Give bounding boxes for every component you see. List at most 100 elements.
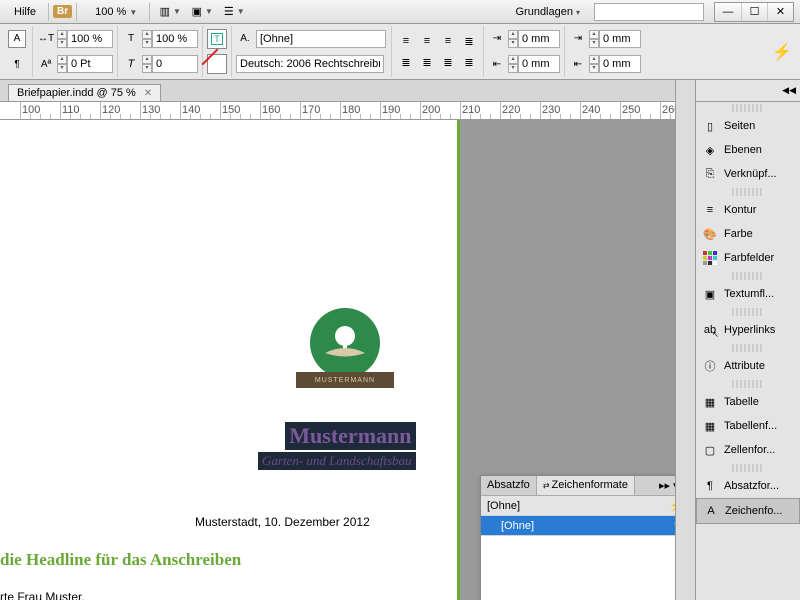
spinner[interactable]: ▴▾: [142, 30, 152, 48]
workspace: MUSTERMANN Mustermann Garten- und Landsc…: [0, 120, 695, 600]
panel-absatzformate[interactable]: ¶Absatzfor...: [696, 474, 800, 498]
para-mode-icon[interactable]: ¶: [8, 55, 26, 73]
arrange-icon[interactable]: ☰▼: [221, 2, 247, 22]
expand-panels-icon[interactable]: ◀◀: [782, 85, 796, 96]
quick-apply-icon[interactable]: ⚡: [768, 26, 796, 77]
zoom-level[interactable]: 100 %▼: [87, 4, 145, 20]
cellstyles-icon: ▢: [702, 443, 718, 457]
table-icon: ▦: [702, 395, 718, 409]
letter-date[interactable]: Musterstadt, 10. Dezember 2012: [195, 515, 370, 529]
panel-tabelle[interactable]: ▦Tabelle: [696, 390, 800, 414]
logo-ribbon: MUSTERMANN: [296, 372, 394, 388]
char-mode-icon[interactable]: A: [8, 30, 26, 48]
search-input[interactable]: [594, 3, 704, 21]
document-tab[interactable]: Briefpapier.indd @ 75 % ✕: [8, 84, 161, 101]
menu-bar: Hilfe Br 100 %▼ ▥▼ ▣▼ ☰▼ Grundlagen▾ 🔍 —…: [0, 0, 800, 24]
textwrap-icon: ▣: [702, 287, 718, 301]
stroke-swatch[interactable]: [207, 54, 227, 74]
pages-icon: ▯: [702, 119, 718, 133]
tab-close-icon[interactable]: ✕: [144, 88, 152, 99]
search-wrap: 🔍: [594, 3, 704, 21]
panel-zellenformate[interactable]: ▢Zellenfor...: [696, 438, 800, 462]
panel-kontur[interactable]: ≡Kontur: [696, 198, 800, 222]
tab-title: Briefpapier.indd @ 75 %: [17, 87, 136, 99]
collapsed-panel-strip[interactable]: [675, 80, 695, 600]
vscale-input[interactable]: [152, 30, 198, 48]
char-styles-panel[interactable]: Absatzfo ⇄Zeichenformate ▸▸ ▾≡ [Ohne] ⚡ …: [480, 475, 690, 600]
charstyles-icon: A: [703, 504, 719, 518]
indent-last-input[interactable]: [599, 55, 641, 73]
hscale-icon: ↔T: [37, 30, 55, 48]
tab-char-styles[interactable]: ⇄Zeichenformate: [537, 476, 635, 495]
spinner[interactable]: ▴▾: [57, 30, 67, 48]
spinner[interactable]: ▴▾: [142, 55, 152, 73]
align-justify-left-icon[interactable]: ≣: [396, 52, 416, 72]
company-subtitle: Garten- und Landschaftsbau: [258, 452, 416, 470]
align-center-icon[interactable]: ≡: [417, 31, 437, 51]
company-name: Mustermann: [285, 422, 415, 450]
panel-verknuepfungen[interactable]: ⎘Verknüpf...: [696, 162, 800, 186]
attributes-icon: ⓘ: [702, 359, 718, 373]
spinner[interactable]: ▴▾: [589, 30, 599, 48]
language-field[interactable]: [236, 55, 384, 73]
panel-textumfluss[interactable]: ▣Textumfl...: [696, 282, 800, 306]
right-panels: ◀◀ ▯Seiten ◈Ebenen ⎘Verknüpf... ≡Kontur …: [695, 80, 800, 600]
workspace-switcher[interactable]: Grundlagen▾: [507, 4, 588, 20]
minimize-button[interactable]: —: [715, 3, 741, 21]
panel-collapse-icon[interactable]: ▸▸: [659, 479, 670, 492]
panel-attribute[interactable]: ⓘAttribute: [696, 354, 800, 378]
charstyle-field[interactable]: [256, 30, 386, 48]
indent-left-icon: ⇥: [488, 30, 506, 48]
hscale-input[interactable]: [67, 30, 113, 48]
chevron-down-icon: ▼: [129, 8, 137, 17]
company-block[interactable]: Mustermann Garten- und Landschaftsbau: [258, 422, 416, 470]
spinner[interactable]: ▴▾: [508, 55, 518, 73]
spinner[interactable]: ▴▾: [57, 55, 67, 73]
indent-left-input[interactable]: [518, 30, 560, 48]
align-left-icon[interactable]: ≡: [396, 31, 416, 51]
spinner[interactable]: ▴▾: [508, 30, 518, 48]
panel-zeichenformate[interactable]: AZeichenfo...: [696, 498, 800, 524]
charstyle-header[interactable]: [Ohne] ⚡: [481, 496, 689, 516]
letter-headline[interactable]: die Headline für das Anschreiben: [0, 550, 241, 570]
baseline-input[interactable]: [67, 55, 113, 73]
skew-input[interactable]: [152, 55, 198, 73]
menu-help[interactable]: Hilfe: [6, 4, 44, 20]
panel-farbfelder[interactable]: Farbfelder: [696, 246, 800, 270]
hyperlink-icon: ab↖: [702, 323, 718, 337]
align-justify-right-icon[interactable]: ≣: [438, 52, 458, 72]
stroke-icon: ≡: [702, 203, 718, 217]
align-right-icon[interactable]: ≡: [438, 31, 458, 51]
window-controls: — ☐ ✕: [714, 2, 794, 22]
indent-first-input[interactable]: [518, 55, 560, 73]
panel-farbe[interactable]: 🎨Farbe: [696, 222, 800, 246]
align-justify-center-icon[interactable]: ≣: [417, 52, 437, 72]
indent-first-icon: ⇤: [488, 55, 506, 73]
fill-swatch[interactable]: T: [207, 29, 227, 49]
links-icon: ⎘: [702, 167, 718, 181]
tab-para-styles[interactable]: Absatzfo: [481, 476, 537, 495]
bridge-badge[interactable]: Br: [53, 5, 72, 18]
view-options-icon[interactable]: ▥▼: [157, 2, 183, 22]
company-logo[interactable]: MUSTERMANN: [300, 308, 390, 398]
indent-right-icon: ⇥: [569, 30, 587, 48]
layers-icon: ◈: [702, 143, 718, 157]
screen-mode-icon[interactable]: ▣▼: [189, 2, 215, 22]
charstyle-item-none[interactable]: [Ohne] ✎: [481, 516, 689, 536]
panel-tabellenformate[interactable]: ▦Tabellenf...: [696, 414, 800, 438]
maximize-button[interactable]: ☐: [741, 3, 767, 21]
close-button[interactable]: ✕: [767, 3, 793, 21]
panel-seiten[interactable]: ▯Seiten: [696, 114, 800, 138]
document-page[interactable]: MUSTERMANN Mustermann Garten- und Landsc…: [0, 120, 460, 600]
indent-last-icon: ⇤: [569, 55, 587, 73]
align-justify-all-icon[interactable]: ≣: [459, 52, 479, 72]
panel-hyperlinks[interactable]: ab↖Hyperlinks: [696, 318, 800, 342]
baseline-icon: Aª: [37, 55, 55, 73]
indent-right-input[interactable]: [599, 30, 641, 48]
spinner[interactable]: ▴▾: [589, 55, 599, 73]
panel-ebenen[interactable]: ◈Ebenen: [696, 138, 800, 162]
vscale-icon: T: [122, 30, 140, 48]
salutation[interactable]: rte Frau Muster,: [0, 590, 85, 600]
align-justify-icon[interactable]: ≣: [459, 31, 479, 51]
swatches-icon: [702, 251, 718, 265]
